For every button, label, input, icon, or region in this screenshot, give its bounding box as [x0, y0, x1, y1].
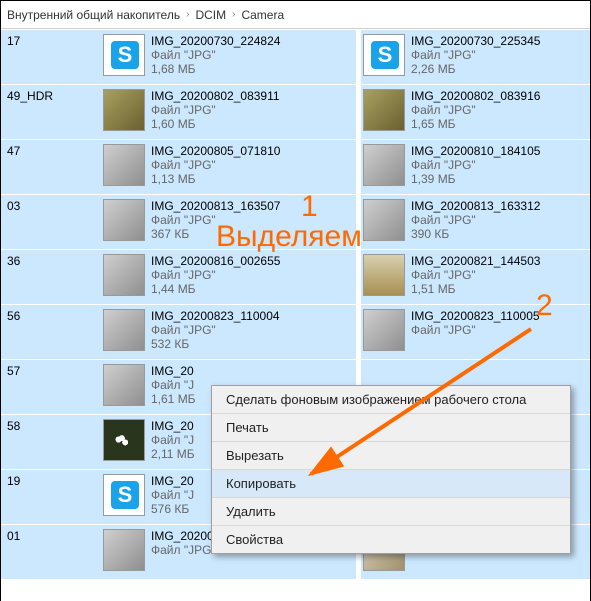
breadcrumb-seg[interactable]: Camera	[241, 8, 284, 22]
file-size: 1,65 МБ	[411, 117, 585, 131]
file-name: IMG_20200816_002655	[151, 254, 350, 268]
file-name-fragment: 57	[7, 364, 95, 378]
file-name: IMG_20	[151, 364, 350, 378]
file-size: 1,13 МБ	[151, 172, 350, 186]
file-item-partial[interactable]: 47	[1, 139, 101, 194]
file-name: IMG_20200810_184105	[411, 144, 585, 158]
file-item[interactable]: IMG_20200813_163312Файл "JPG"390 КБ	[361, 194, 590, 249]
file-name: IMG_20200802_083916	[411, 89, 585, 103]
file-name-fragment: 47	[7, 144, 95, 158]
menu-item-print[interactable]: Печать	[212, 414, 570, 442]
file-size: 1,60 МБ	[151, 117, 350, 131]
file-type: Файл "JPG"	[411, 103, 585, 117]
file-name-fragment: 03	[7, 199, 95, 213]
file-name-fragment: 19	[7, 474, 95, 488]
file-size: 367 КБ	[151, 227, 350, 241]
file-name-fragment: 49_HDR	[7, 89, 95, 103]
file-size: 1,44 МБ	[151, 282, 350, 296]
file-name: IMG_20200802_083911	[151, 89, 350, 103]
file-name: IMG_20200813_163312	[411, 199, 585, 213]
file-type: Файл "JPG"	[151, 158, 350, 172]
file-thumbnail-icon	[103, 309, 145, 351]
file-type: Файл "JPG"	[411, 158, 585, 172]
file-item-partial[interactable]: 49_HDR	[1, 84, 101, 139]
file-type: Файл "JPG"	[411, 48, 585, 62]
file-name-fragment: 56	[7, 309, 95, 323]
file-type: Файл "JPG"	[411, 323, 585, 337]
file-thumbnail-icon	[363, 254, 405, 296]
file-thumbnail-icon	[103, 34, 145, 76]
file-item[interactable]: IMG_20200823_110004Файл "JPG"532 КБ	[101, 304, 356, 359]
chevron-right-icon: ›	[232, 9, 235, 20]
file-item-partial[interactable]: 36	[1, 249, 101, 304]
file-item[interactable]: IMG_20200816_002655Файл "JPG"1,44 МБ	[101, 249, 356, 304]
file-item[interactable]: IMG_20200821_144503Файл "JPG"1,51 МБ	[361, 249, 590, 304]
file-type: Файл "JPG"	[151, 323, 350, 337]
file-item[interactable]: IMG_20200730_224824Файл "JPG"1,68 МБ	[101, 29, 356, 84]
file-item-partial[interactable]: 01	[1, 524, 101, 579]
file-item[interactable]: IMG_20200810_184105Файл "JPG"1,39 МБ	[361, 139, 590, 194]
file-thumbnail-icon	[103, 199, 145, 241]
file-name: IMG_20200821_144503	[411, 254, 585, 268]
file-item-partial[interactable]: 03	[1, 194, 101, 249]
file-name: IMG_20200730_224824	[151, 34, 350, 48]
file-name: IMG_20200823_110004	[151, 309, 350, 323]
file-item-partial[interactable]: 58	[1, 414, 101, 469]
file-thumbnail-icon	[363, 34, 405, 76]
file-name: IMG_20200813_163507	[151, 199, 350, 213]
file-thumbnail-icon	[363, 199, 405, 241]
file-item-partial[interactable]: 56	[1, 304, 101, 359]
file-thumbnail-icon	[103, 529, 145, 571]
menu-item-delete[interactable]: Удалить	[212, 498, 570, 526]
file-thumbnail-icon	[103, 364, 145, 406]
chevron-right-icon: ›	[186, 9, 189, 20]
file-thumbnail-icon	[103, 474, 145, 516]
file-item[interactable]: IMG_20200802_083911Файл "JPG"1,60 МБ	[101, 84, 356, 139]
file-item[interactable]: IMG_20200823_110005Файл "JPG"	[361, 304, 590, 359]
menu-item-set-wallpaper[interactable]: Сделать фоновым изображением рабочего ст…	[212, 386, 570, 414]
file-item[interactable]: IMG_20200805_071810Файл "JPG"1,13 МБ	[101, 139, 356, 194]
context-menu[interactable]: Сделать фоновым изображением рабочего ст…	[211, 385, 571, 554]
file-thumbnail-icon	[363, 144, 405, 186]
file-type: Файл "JPG"	[411, 268, 585, 282]
file-item-partial[interactable]: 57	[1, 359, 101, 414]
file-name-fragment: 17	[7, 34, 95, 48]
file-size: 1,68 МБ	[151, 62, 350, 76]
file-type: Файл "JPG"	[151, 268, 350, 282]
breadcrumb-seg[interactable]: Внутренний общий накопитель	[7, 8, 180, 22]
file-name: IMG_20200823_110005	[411, 309, 585, 323]
breadcrumb[interactable]: Внутренний общий накопитель › DCIM › Cam…	[1, 1, 590, 29]
file-size: 390 КБ	[411, 227, 585, 241]
file-size: 1,51 МБ	[411, 282, 585, 296]
breadcrumb-seg[interactable]: DCIM	[195, 8, 226, 22]
file-item-partial[interactable]: 17	[1, 29, 101, 84]
file-type: Файл "JPG"	[151, 213, 350, 227]
file-item[interactable]: IMG_20200813_163507Файл "JPG"367 КБ	[101, 194, 356, 249]
file-name: IMG_20200730_225345	[411, 34, 585, 48]
file-size: 1,39 МБ	[411, 172, 585, 186]
menu-item-properties[interactable]: Свойства	[212, 526, 570, 553]
file-thumbnail-icon	[363, 309, 405, 351]
file-type: Файл "JPG"	[411, 213, 585, 227]
file-name-fragment: 58	[7, 419, 95, 433]
file-thumbnail-icon	[103, 419, 145, 461]
file-thumbnail-icon	[103, 89, 145, 131]
file-thumbnail-icon	[103, 254, 145, 296]
file-name-fragment: 36	[7, 254, 95, 268]
file-thumbnail-icon	[103, 144, 145, 186]
file-type: Файл "JPG"	[151, 48, 350, 62]
file-size: 532 КБ	[151, 337, 350, 351]
file-name-fragment: 01	[7, 529, 95, 543]
file-name: IMG_20200805_071810	[151, 144, 350, 158]
file-type: Файл "JPG"	[151, 103, 350, 117]
file-item[interactable]: IMG_20200730_225345Файл "JPG"2,26 МБ	[361, 29, 590, 84]
file-size: 2,26 МБ	[411, 62, 585, 76]
file-item-partial[interactable]: 19	[1, 469, 101, 524]
menu-item-cut[interactable]: Вырезать	[212, 442, 570, 470]
file-thumbnail-icon	[363, 89, 405, 131]
menu-item-copy[interactable]: Копировать	[212, 470, 570, 498]
file-explorer-view[interactable]: 17 49_HDR 47 03 36 56 57 58 19 01 IMG_20200730_22…	[1, 29, 590, 601]
file-item[interactable]: IMG_20200802_083916Файл "JPG"1,65 МБ	[361, 84, 590, 139]
